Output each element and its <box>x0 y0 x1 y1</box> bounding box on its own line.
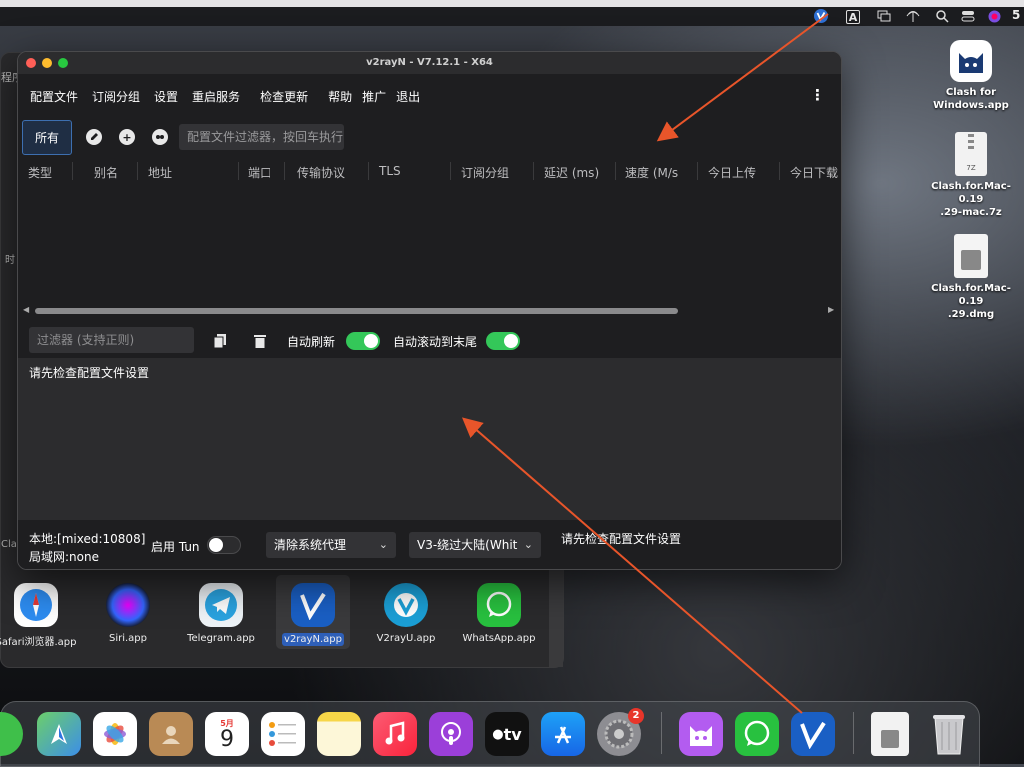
arrow-to-log-area <box>461 417 803 714</box>
arrow-to-menubar <box>656 13 829 142</box>
annotation-arrows <box>461 13 829 714</box>
